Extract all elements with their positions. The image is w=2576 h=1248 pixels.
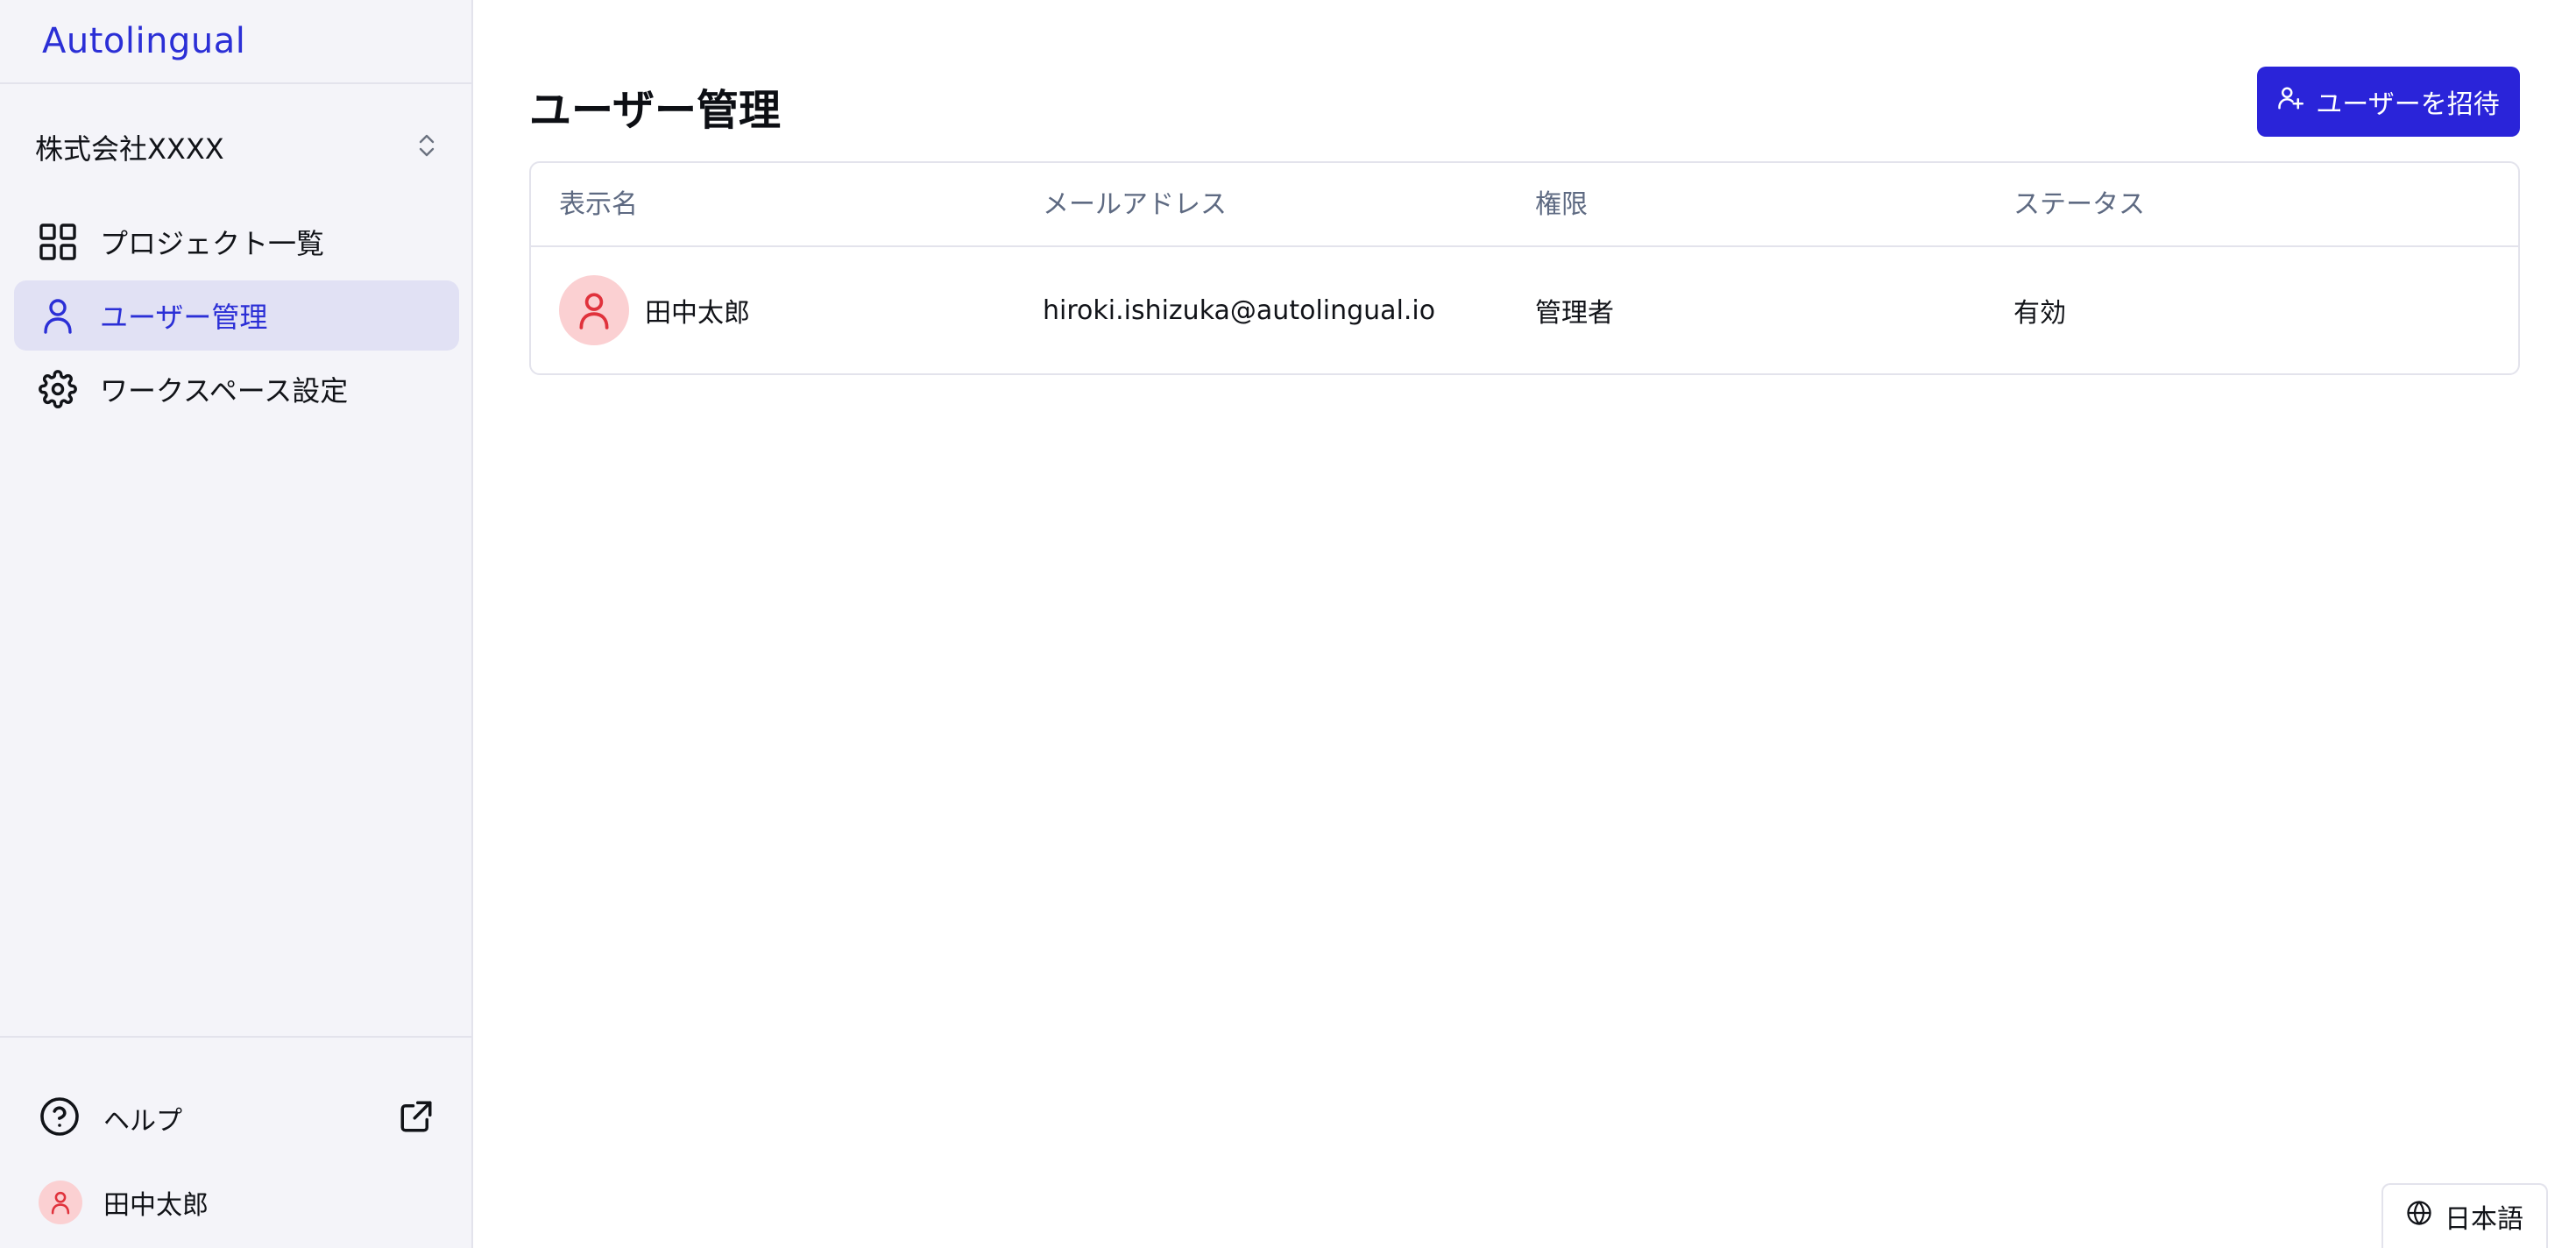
invite-button-label: ユーザーを招待	[2316, 89, 2500, 120]
column-header-email[interactable]: メールアドレス	[1043, 163, 1227, 247]
sidebar-footer: ヘルプ 田中太郎	[0, 1036, 471, 1248]
sidebar-nav: プロジェクト一覧 ユーザー管理 ワークスペース設定	[14, 207, 459, 428]
help-left: ヘルプ	[39, 1096, 182, 1141]
sidebar-item-label: ワークスペース設定	[100, 374, 349, 408]
gear-icon	[37, 368, 79, 410]
page-title: ユーザー管理	[529, 86, 782, 135]
user-display-name: 田中太郎	[645, 298, 750, 329]
table-row[interactable]: 田中太郎 hiroki.ishizuka@autolingual.io 管理者 …	[531, 247, 2518, 373]
help-link[interactable]: ヘルプ	[39, 1094, 435, 1143]
invite-user-button[interactable]: ユーザーを招待	[2257, 67, 2520, 137]
globe-icon	[2406, 1200, 2432, 1233]
logo-area: Autolingual	[0, 0, 471, 84]
column-header-role[interactable]: 権限	[1535, 163, 1588, 247]
user-icon	[37, 294, 79, 337]
user-plus-icon	[2277, 85, 2304, 118]
app-logo[interactable]: Autolingual	[42, 21, 245, 61]
chevron-up-down-icon	[417, 132, 436, 162]
sidebar-item-projects[interactable]: プロジェクト一覧	[14, 207, 459, 277]
users-table: 表示名 メールアドレス 権限 ステータス 田中太郎 hiroki.ishizuk…	[529, 161, 2520, 375]
table-header: 表示名 メールアドレス 権限 ステータス	[531, 163, 2518, 247]
column-header-status[interactable]: ステータス	[2013, 163, 2145, 247]
sidebar-item-users[interactable]: ユーザー管理	[14, 280, 459, 351]
sidebar-item-label: プロジェクト一覧	[100, 227, 325, 260]
question-circle-icon	[39, 1096, 81, 1141]
column-header-display-name[interactable]: 表示名	[559, 163, 638, 247]
cell-status: 有効	[2013, 298, 2066, 329]
sidebar-item-label: ユーザー管理	[100, 301, 268, 334]
language-switcher[interactable]: 日本語	[2381, 1183, 2548, 1248]
cell-email: hiroki.ishizuka@autolingual.io	[1043, 294, 1436, 326]
current-user-name: 田中太郎	[103, 1190, 209, 1221]
cell-role: 管理者	[1535, 298, 1614, 329]
help-label: ヘルプ	[103, 1106, 182, 1137]
language-label: 日本語	[2445, 1204, 2523, 1235]
avatar	[559, 275, 629, 345]
external-link-icon	[398, 1098, 435, 1138]
current-user[interactable]: 田中太郎	[39, 1178, 209, 1227]
workspace-switcher[interactable]: 株式会社XXXX	[14, 116, 459, 179]
app-root: Autolingual 株式会社XXXX プロジェクト一覧 ユーザー管理 ワーク…	[0, 0, 2576, 1248]
sidebar-item-workspace-settings[interactable]: ワークスペース設定	[14, 354, 459, 424]
grid-icon	[37, 221, 79, 263]
avatar	[39, 1181, 82, 1224]
sidebar: Autolingual 株式会社XXXX プロジェクト一覧 ユーザー管理 ワーク…	[0, 0, 473, 1248]
cell-display-name: 田中太郎	[559, 247, 750, 373]
workspace-name: 株式会社XXXX	[35, 132, 224, 166]
